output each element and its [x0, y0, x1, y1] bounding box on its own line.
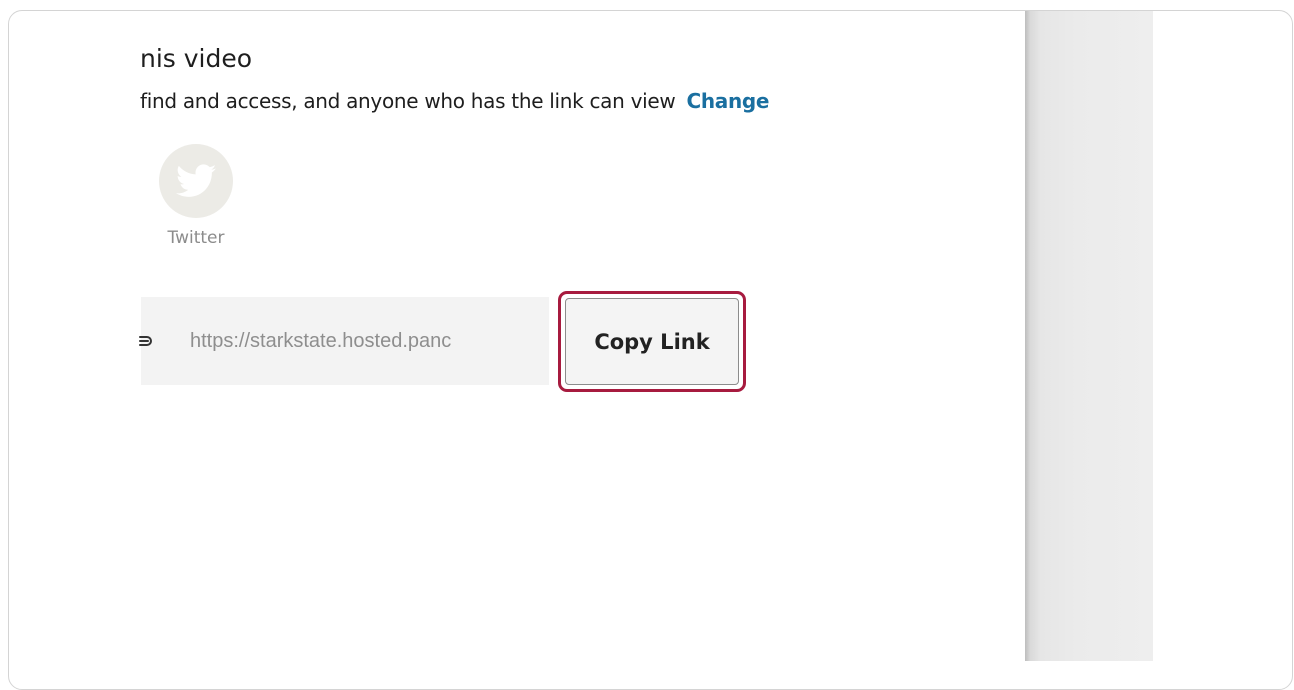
share-link-input[interactable] — [190, 329, 530, 353]
visibility-description: find and access, and anyone who has the … — [140, 89, 769, 113]
dialog-title: nis video — [140, 44, 253, 73]
copy-link-highlight: Copy Link — [558, 291, 746, 392]
share-link-field[interactable] — [139, 297, 549, 385]
visibility-text: find and access, and anyone who has the … — [140, 89, 676, 113]
share-panel: nis video find and access, and anyone wh… — [9, 11, 1034, 661]
side-panel-shadow — [1025, 11, 1153, 661]
twitter-icon — [176, 164, 216, 197]
share-twitter-button[interactable]: Twitter — [159, 144, 233, 248]
link-icon — [139, 336, 152, 346]
twitter-icon-circle[interactable] — [159, 144, 233, 218]
change-visibility-link[interactable]: Change — [686, 89, 769, 113]
copy-link-button[interactable]: Copy Link — [565, 298, 739, 385]
share-twitter-label: Twitter — [167, 228, 225, 248]
